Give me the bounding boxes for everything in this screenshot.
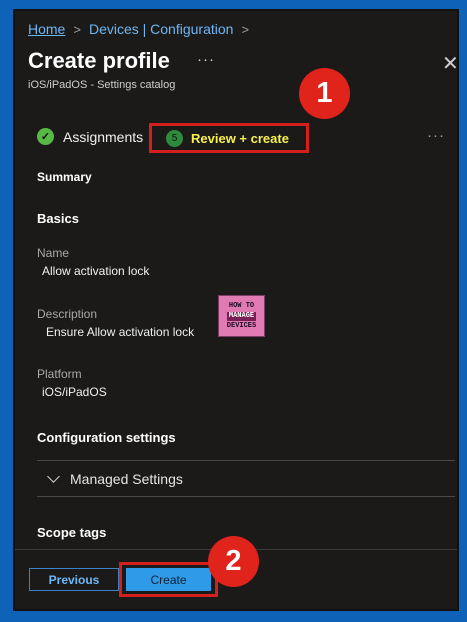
platform-label: Platform [37, 367, 82, 381]
check-icon: ✓ [37, 128, 54, 145]
divider [37, 496, 455, 497]
step-review-create[interactable]: 5 Review + create [149, 123, 309, 153]
breadcrumb-separator: > [73, 21, 81, 37]
basics-heading: Basics [37, 211, 79, 226]
divider [37, 460, 455, 461]
page-title: Create profile [28, 48, 170, 73]
chevron-down-icon [47, 470, 60, 483]
how-to-manage-devices-logo: HOW TO MANAGE DEVICES [218, 295, 265, 337]
breadcrumb-home-link[interactable]: Home [28, 21, 65, 37]
steps-more-icon[interactable]: ··· [427, 127, 445, 144]
breadcrumb: Home > Devices | Configuration > [28, 21, 249, 37]
breadcrumb-devices-link[interactable]: Devices | Configuration [89, 21, 233, 37]
close-icon[interactable]: ✕ [442, 51, 457, 76]
scope-tags-heading: Scope tags [37, 525, 107, 540]
logo-text: HOW TO [228, 301, 255, 310]
annotation-marker-2: 2 [208, 536, 259, 587]
more-options-icon[interactable]: ··· [197, 51, 215, 68]
step-number-badge: 5 [166, 129, 183, 147]
name-value: Allow activation lock [42, 264, 150, 278]
create-profile-panel: Home > Devices | Configuration > Create … [13, 9, 459, 611]
logo-text: MANAGE [226, 311, 257, 321]
summary-heading: Summary [37, 170, 92, 184]
previous-button[interactable]: Previous [29, 568, 119, 591]
managed-settings-expander[interactable]: Managed Settings [47, 470, 183, 487]
description-label: Description [37, 307, 98, 321]
step-label: Review + create [191, 130, 289, 146]
step-assignments[interactable]: ✓ Assignments [37, 128, 143, 145]
annotation-marker-1: 1 [299, 68, 350, 119]
platform-value: iOS/iPadOS [42, 385, 107, 399]
configuration-settings-heading: Configuration settings [37, 430, 176, 445]
managed-settings-label: Managed Settings [70, 471, 183, 487]
create-button-highlight: Create [119, 562, 218, 597]
create-button[interactable]: Create [126, 568, 211, 591]
description-value: Ensure Allow activation lock [46, 325, 195, 339]
page-subtitle: iOS/iPadOS - Settings catalog [28, 79, 176, 91]
logo-text: DEVICES [226, 321, 257, 330]
breadcrumb-separator: > [241, 21, 250, 37]
step-label: Assignments [63, 128, 144, 145]
name-label: Name [37, 246, 70, 260]
